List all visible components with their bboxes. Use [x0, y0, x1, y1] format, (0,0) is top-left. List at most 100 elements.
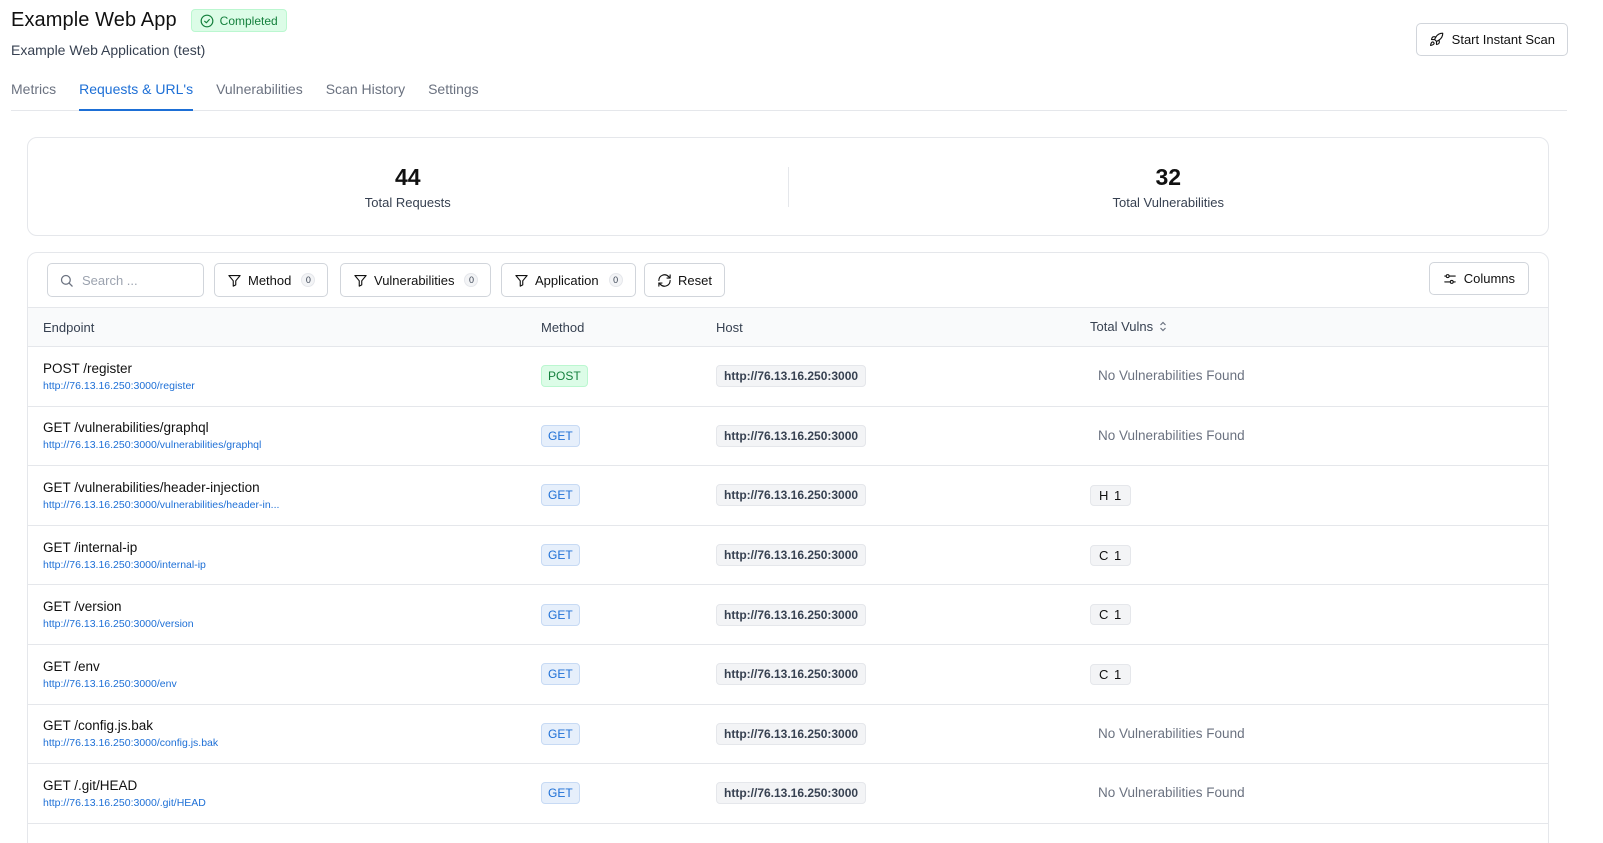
- table-row[interactable]: GET /env http://76.13.16.250:3000/env GE…: [28, 644, 1548, 705]
- filter-icon: [354, 274, 367, 287]
- vulns-cell: No Vulnerabilities Found: [1075, 406, 1548, 466]
- filter-label: Method: [248, 272, 292, 288]
- endpoint-url-link[interactable]: http://76.13.16.250:3000/env: [43, 678, 288, 690]
- host-badge: http://76.13.16.250:3000: [716, 722, 867, 745]
- tab-vulnerabilities[interactable]: Vulnerabilities: [216, 78, 303, 111]
- sliders-icon: [1443, 273, 1456, 284]
- host-cell: http://76.13.16.250:3000: [701, 764, 1075, 824]
- endpoint-url-link[interactable]: http://76.13.16.250:3000/version: [43, 618, 288, 630]
- no-vulns-text: No Vulnerabilities Found: [1098, 725, 1245, 741]
- sort-icon[interactable]: [1159, 320, 1167, 335]
- tab-metrics[interactable]: Metrics: [11, 78, 56, 111]
- start-instant-scan-label: Start Instant Scan: [1451, 32, 1555, 47]
- table-row[interactable]: GET /vulnerabilities/header-injection ht…: [28, 466, 1548, 526]
- endpoint-url-link[interactable]: http://76.13.16.250:3000/vulnerabilities…: [43, 499, 288, 511]
- table-row[interactable]: GET /config.js.bak http://76.13.16.250:3…: [28, 704, 1548, 764]
- tab-scan-history[interactable]: Scan History: [326, 78, 405, 111]
- table-row[interactable]: POST /register http://76.13.16.250:3000/…: [28, 347, 1548, 407]
- method-badge: GET: [541, 782, 580, 805]
- vulns-cell: C 1: [1075, 585, 1548, 645]
- endpoint-cell: GET /config.js.bak http://76.13.16.250:3…: [28, 704, 526, 764]
- vuln-severity-chip[interactable]: H 1: [1090, 484, 1132, 506]
- app-subtitle: Example Web Application (test): [11, 42, 206, 58]
- stat-total-requests: 44 Total Requests: [28, 164, 788, 210]
- stat-total-vulnerabilities: 32 Total Vulnerabilities: [789, 164, 1549, 210]
- search-box[interactable]: [47, 263, 204, 297]
- filter-icon: [515, 274, 528, 287]
- endpoint-url-link[interactable]: http://76.13.16.250:3000/.git/HEAD: [43, 797, 288, 809]
- host-badge: http://76.13.16.250:3000: [716, 782, 867, 805]
- endpoint-title: POST /register: [43, 360, 133, 376]
- table-row[interactable]: GET /.git/HEAD http://76.13.16.250:3000/…: [28, 764, 1548, 824]
- application-filter-button[interactable]: Application 0: [501, 263, 636, 297]
- column-header-total-vulns[interactable]: Total Vulns: [1075, 308, 1548, 347]
- columns-label: Columns: [1463, 271, 1515, 286]
- column-header-total-vulns-label: Total Vulns: [1090, 318, 1154, 334]
- start-instant-scan-button[interactable]: Start Instant Scan: [1415, 23, 1568, 56]
- refresh-icon: [658, 273, 671, 287]
- host-cell: http://76.13.16.250:3000: [701, 347, 1075, 407]
- no-vulns-text: No Vulnerabilities Found: [1098, 368, 1245, 384]
- stat-label: Total Requests: [364, 194, 451, 210]
- endpoint-cell: GET /.git/HEAD http://76.13.16.250:3000/…: [28, 764, 526, 824]
- search-input[interactable]: [82, 272, 182, 288]
- vuln-severity-chip[interactable]: C 1: [1090, 604, 1132, 626]
- method-cell: GET: [526, 644, 701, 704]
- method-badge: GET: [541, 424, 580, 447]
- vulns-cell: C 1: [1075, 644, 1548, 704]
- no-vulns-text: No Vulnerabilities Found: [1098, 427, 1245, 443]
- vulns-cell: C 1: [1075, 525, 1548, 585]
- endpoint-url-link[interactable]: http://76.13.16.250:3000/register: [43, 380, 288, 392]
- rocket-icon: [1429, 32, 1443, 46]
- method-badge: GET: [541, 722, 580, 745]
- stats-card: 44 Total Requests 32 Total Vulnerabiliti…: [27, 137, 1549, 236]
- table-row[interactable]: GET /version http://76.13.16.250:3000/ve…: [28, 585, 1548, 645]
- column-header-endpoint: Endpoint: [43, 319, 95, 335]
- page-header: Example Web App Completed Example Web Ap…: [11, 9, 287, 58]
- method-badge: GET: [541, 603, 580, 626]
- filter-count-badge: 0: [464, 273, 479, 287]
- status-label: Completed: [219, 13, 278, 28]
- stat-label: Total Vulnerabilities: [1112, 194, 1225, 210]
- host-cell: http://76.13.16.250:3000: [701, 704, 1075, 764]
- vuln-severity-chip[interactable]: C 1: [1090, 663, 1132, 685]
- host-badge: http://76.13.16.250:3000: [716, 424, 867, 447]
- endpoint-title: GET /vulnerabilities/header-injection: [43, 479, 260, 495]
- column-header-host: Host: [716, 319, 743, 335]
- search-icon: [60, 274, 73, 287]
- endpoint-url-link[interactable]: http://76.13.16.250:3000/config.js.bak: [43, 737, 288, 749]
- reset-button[interactable]: Reset: [644, 263, 725, 297]
- endpoint-title: GET /config.js.bak: [43, 718, 154, 734]
- endpoint-cell: GET /env http://76.13.16.250:3000/env: [28, 644, 526, 704]
- method-cell: GET: [526, 525, 701, 585]
- endpoint-url-link[interactable]: http://76.13.16.250:3000/vulnerabilities…: [43, 439, 288, 451]
- endpoint-title: GET /env: [43, 658, 100, 674]
- vulns-cell: No Vulnerabilities Found: [1075, 704, 1548, 764]
- table-row[interactable]: GET /internal-ip http://76.13.16.250:300…: [28, 525, 1548, 585]
- vuln-severity-chip[interactable]: C 1: [1090, 544, 1132, 566]
- method-filter-button[interactable]: Method 0: [214, 263, 329, 297]
- vulns-cell: No Vulnerabilities Found: [1075, 347, 1548, 407]
- columns-button[interactable]: Columns: [1428, 262, 1529, 295]
- vulnerabilities-filter-button[interactable]: Vulnerabilities 0: [340, 263, 492, 297]
- filter-count-badge: 0: [301, 273, 316, 287]
- endpoint-title: GET /internal-ip: [43, 539, 138, 555]
- requests-table-card: Method 0 Vulnerabilities 0 Application 0…: [27, 252, 1549, 843]
- column-header-method: Method: [541, 319, 585, 335]
- method-cell: POST: [526, 347, 701, 407]
- tab-settings[interactable]: Settings: [428, 78, 479, 111]
- table-row[interactable]: GET /vulnerabilities/graphql http://76.1…: [28, 406, 1548, 466]
- tab-requests-urls[interactable]: Requests & URL's: [79, 78, 194, 111]
- endpoint-url-link[interactable]: http://76.13.16.250:3000/internal-ip: [43, 559, 288, 571]
- host-cell: http://76.13.16.250:3000: [701, 585, 1075, 645]
- endpoint-cell: GET /internal-ip http://76.13.16.250:300…: [28, 525, 526, 585]
- host-badge: http://76.13.16.250:3000: [716, 365, 867, 388]
- no-vulns-text: No Vulnerabilities Found: [1098, 785, 1245, 801]
- stat-value: 44: [394, 163, 421, 190]
- method-badge: GET: [541, 663, 580, 686]
- method-cell: GET: [526, 764, 701, 824]
- endpoint-title: GET /vulnerabilities/graphql: [43, 420, 209, 436]
- endpoint-cell: GET /vulnerabilities/graphql http://76.1…: [28, 406, 526, 466]
- filter-icon: [228, 274, 241, 287]
- vulns-cell: No Vulnerabilities Found: [1075, 764, 1548, 824]
